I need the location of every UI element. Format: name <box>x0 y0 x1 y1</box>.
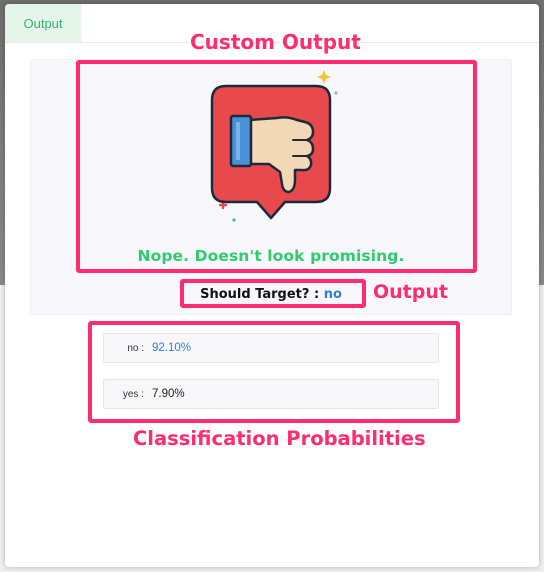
probability-label: yes : <box>122 388 144 400</box>
prediction-value: no <box>323 287 342 302</box>
thumbs-down-icon <box>210 70 338 222</box>
output-modal: Output Nope. Doesn't look promising. Sho… <box>5 4 539 567</box>
annotation-label-probabilities: Classification Probabilities <box>133 427 426 450</box>
tab-output[interactable]: Output <box>5 4 81 42</box>
custom-output: Nope. Doesn't look promising. <box>31 60 511 314</box>
annotation-label-custom-output: Custom Output <box>190 30 361 54</box>
annotation-label-output: Output <box>373 281 448 303</box>
prediction-label: Should Target? : <box>200 287 320 302</box>
probability-row-yes: yes : 7.90% <box>103 379 439 409</box>
output-card: Nope. Doesn't look promising. Should Tar… <box>30 59 512 315</box>
probability-row-no: no : 92.10% <box>103 333 439 363</box>
probability-value: 7.90% <box>152 388 185 400</box>
custom-output-message: Nope. Doesn't look promising. <box>137 247 405 265</box>
probability-label: no : <box>127 342 144 354</box>
probability-value: 92.10% <box>152 342 192 354</box>
